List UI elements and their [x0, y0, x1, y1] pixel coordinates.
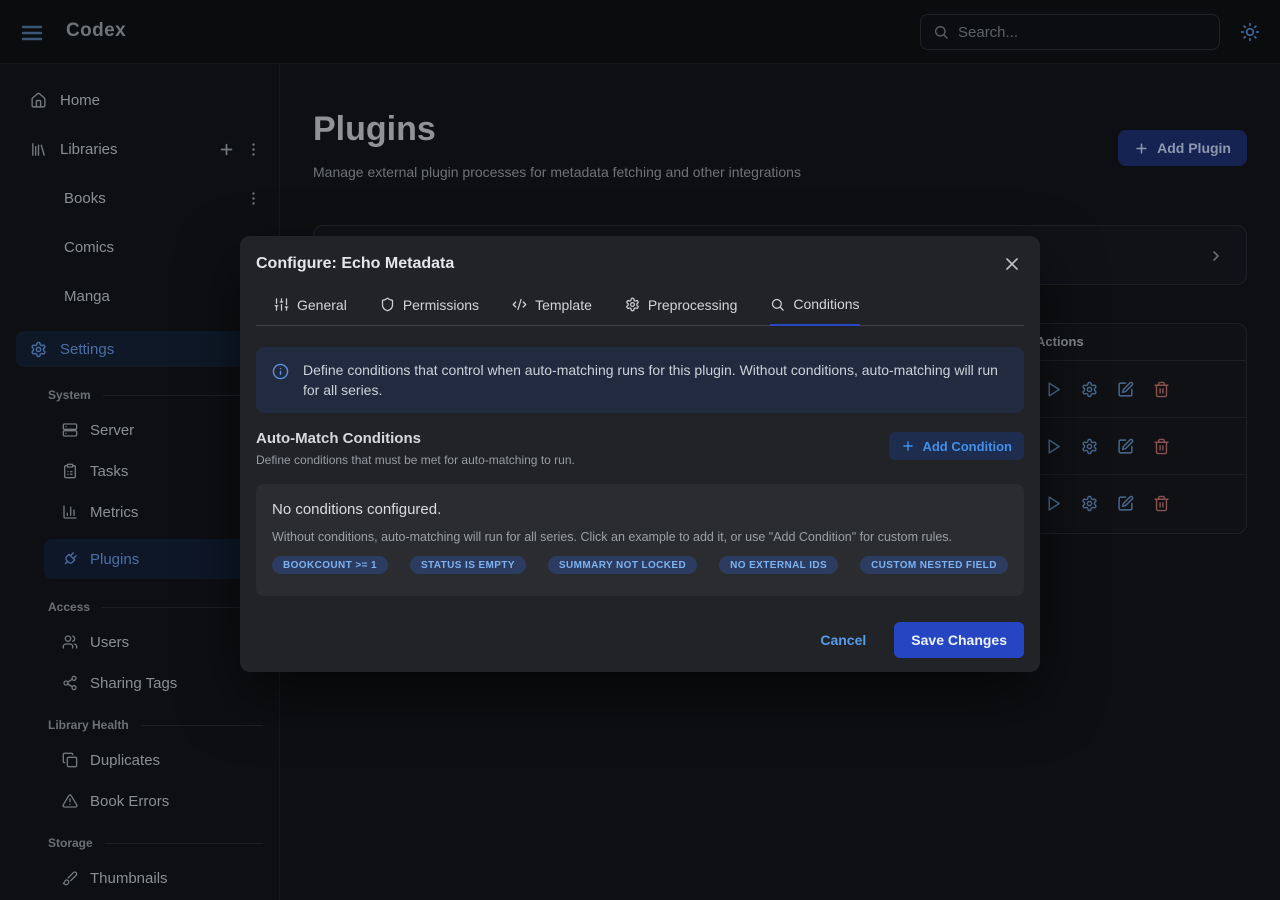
- tab-label: General: [297, 297, 347, 313]
- info-callout: Define conditions that control when auto…: [256, 347, 1024, 413]
- modal-title: Configure: Echo Metadata: [256, 252, 454, 273]
- magnifier-icon: [770, 297, 785, 312]
- tab-template[interactable]: Template: [512, 296, 592, 325]
- example-chip-summary[interactable]: SUMMARY NOT LOCKED: [548, 556, 697, 574]
- configure-plugin-modal: Configure: Echo Metadata General Permiss…: [240, 236, 1040, 672]
- shield-icon: [380, 297, 395, 312]
- empty-conditions-panel: No conditions configured. Without condit…: [256, 484, 1024, 596]
- close-icon: [1002, 254, 1022, 274]
- close-modal-button[interactable]: [1002, 254, 1022, 274]
- modal-tabs: General Permissions Template Preprocessi…: [256, 296, 1024, 326]
- tab-preprocessing[interactable]: Preprocessing: [625, 296, 738, 325]
- empty-state-title: No conditions configured.: [272, 501, 1008, 518]
- tab-permissions[interactable]: Permissions: [380, 296, 479, 325]
- info-text: Define conditions that control when auto…: [303, 360, 1008, 400]
- example-chip-external-ids[interactable]: NO EXTERNAL IDS: [719, 556, 838, 574]
- conditions-section-header: Auto-Match Conditions Define conditions …: [256, 430, 1024, 467]
- gear-icon: [625, 297, 640, 312]
- tab-label: Conditions: [793, 296, 859, 312]
- example-condition-chips: BOOKCOUNT >= 1 STATUS IS EMPTY SUMMARY N…: [272, 556, 1008, 574]
- tab-label: Template: [535, 297, 592, 313]
- example-chip-custom-field[interactable]: CUSTOM NESTED FIELD: [860, 556, 1008, 574]
- modal-header: Configure: Echo Metadata: [256, 252, 1024, 274]
- empty-state-hint: Without conditions, auto-matching will r…: [272, 530, 1008, 544]
- tab-label: Permissions: [403, 297, 479, 313]
- code-icon: [512, 297, 527, 312]
- modal-footer: Cancel Save Changes: [820, 622, 1024, 658]
- cancel-button[interactable]: Cancel: [820, 632, 866, 648]
- tab-conditions[interactable]: Conditions: [770, 296, 859, 326]
- add-condition-button[interactable]: Add Condition: [889, 432, 1024, 460]
- add-condition-label: Add Condition: [922, 439, 1012, 454]
- plus-icon: [901, 439, 915, 453]
- tab-general[interactable]: General: [274, 296, 347, 325]
- tab-label: Preprocessing: [648, 297, 738, 313]
- app-root: Codex Home Libraries Books Comics Man: [0, 0, 1280, 900]
- example-chip-status[interactable]: STATUS IS EMPTY: [410, 556, 526, 574]
- info-icon: [272, 363, 289, 380]
- example-chip-bookcount[interactable]: BOOKCOUNT >= 1: [272, 556, 388, 574]
- save-changes-button[interactable]: Save Changes: [894, 622, 1024, 658]
- sliders-icon: [274, 297, 289, 312]
